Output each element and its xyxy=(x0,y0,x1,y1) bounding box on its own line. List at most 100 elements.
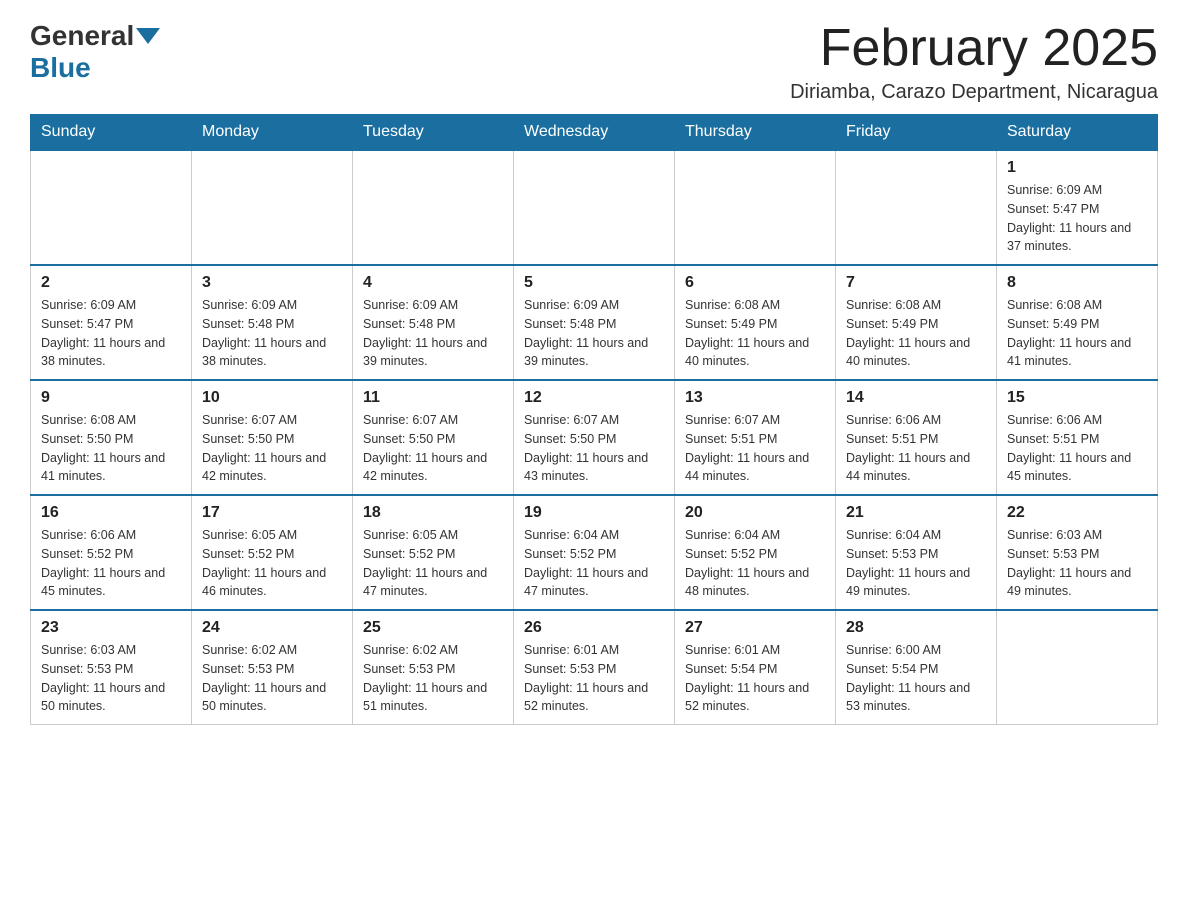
day-number: 12 xyxy=(524,389,664,407)
day-number: 4 xyxy=(363,274,503,292)
day-info: Sunrise: 6:04 AMSunset: 5:53 PMDaylight:… xyxy=(846,526,986,601)
day-info: Sunrise: 6:09 AMSunset: 5:47 PMDaylight:… xyxy=(41,296,181,371)
column-header-saturday: Saturday xyxy=(997,115,1158,151)
calendar-cell xyxy=(836,150,997,265)
calendar-cell xyxy=(514,150,675,265)
page-header: General Blue February 2025 Diriamba, Car… xyxy=(30,20,1158,104)
day-info: Sunrise: 6:02 AMSunset: 5:53 PMDaylight:… xyxy=(363,641,503,716)
day-info: Sunrise: 6:08 AMSunset: 5:50 PMDaylight:… xyxy=(41,411,181,486)
calendar-cell: 4 Sunrise: 6:09 AMSunset: 5:48 PMDaylight… xyxy=(353,265,514,380)
day-info: Sunrise: 6:08 AMSunset: 5:49 PMDaylight:… xyxy=(1007,296,1147,371)
day-info: Sunrise: 6:09 AMSunset: 5:48 PMDaylight:… xyxy=(524,296,664,371)
day-info: Sunrise: 6:07 AMSunset: 5:51 PMDaylight:… xyxy=(685,411,825,486)
day-info: Sunrise: 6:01 AMSunset: 5:53 PMDaylight:… xyxy=(524,641,664,716)
day-number: 15 xyxy=(1007,389,1147,407)
calendar-cell: 15 Sunrise: 6:06 AMSunset: 5:51 PMDayligh… xyxy=(997,380,1158,495)
calendar-cell: 19 Sunrise: 6:04 AMSunset: 5:52 PMDayligh… xyxy=(514,495,675,610)
calendar-cell: 1 Sunrise: 6:09 AMSunset: 5:47 PMDaylight… xyxy=(997,150,1158,265)
day-number: 24 xyxy=(202,619,342,637)
calendar-cell xyxy=(675,150,836,265)
calendar-cell: 10Sunrise: 6:07 AMSunset: 5:50 PMDayligh… xyxy=(192,380,353,495)
calendar-cell: 26 Sunrise: 6:01 AMSunset: 5:53 PMDayligh… xyxy=(514,610,675,725)
day-number: 14 xyxy=(846,389,986,407)
day-info: Sunrise: 6:06 AMSunset: 5:51 PMDaylight:… xyxy=(846,411,986,486)
day-number: 8 xyxy=(1007,274,1147,292)
calendar-cell: 11 Sunrise: 6:07 AMSunset: 5:50 PMDayligh… xyxy=(353,380,514,495)
day-info: Sunrise: 6:02 AMSunset: 5:53 PMDaylight:… xyxy=(202,641,342,716)
calendar-cell: 8 Sunrise: 6:08 AMSunset: 5:49 PMDaylight… xyxy=(997,265,1158,380)
week-row-5: 23Sunrise: 6:03 AMSunset: 5:53 PMDayligh… xyxy=(31,610,1158,725)
day-info: Sunrise: 6:07 AMSunset: 5:50 PMDaylight:… xyxy=(363,411,503,486)
column-header-monday: Monday xyxy=(192,115,353,151)
calendar-cell: 6 Sunrise: 6:08 AMSunset: 5:49 PMDaylight… xyxy=(675,265,836,380)
day-number: 22 xyxy=(1007,504,1147,522)
calendar-cell: 21 Sunrise: 6:04 AMSunset: 5:53 PMDayligh… xyxy=(836,495,997,610)
calendar-cell: 3Sunrise: 6:09 AMSunset: 5:48 PMDaylight… xyxy=(192,265,353,380)
day-info: Sunrise: 6:00 AMSunset: 5:54 PMDaylight:… xyxy=(846,641,986,716)
calendar-cell: 13 Sunrise: 6:07 AMSunset: 5:51 PMDayligh… xyxy=(675,380,836,495)
day-info: Sunrise: 6:03 AMSunset: 5:53 PMDaylight:… xyxy=(1007,526,1147,601)
day-number: 25 xyxy=(363,619,503,637)
day-number: 13 xyxy=(685,389,825,407)
day-number: 6 xyxy=(685,274,825,292)
day-number: 20 xyxy=(685,504,825,522)
calendar-cell: 24 Sunrise: 6:02 AMSunset: 5:53 PMDayligh… xyxy=(192,610,353,725)
calendar-cell xyxy=(192,150,353,265)
day-number: 26 xyxy=(524,619,664,637)
column-header-tuesday: Tuesday xyxy=(353,115,514,151)
day-number: 16 xyxy=(41,504,181,522)
calendar-cell: 14 Sunrise: 6:06 AMSunset: 5:51 PMDayligh… xyxy=(836,380,997,495)
calendar-cell: 16 Sunrise: 6:06 AMSunset: 5:52 PMDayligh… xyxy=(31,495,192,610)
day-number: 5 xyxy=(524,274,664,292)
calendar-cell: 20Sunrise: 6:04 AMSunset: 5:52 PMDayligh… xyxy=(675,495,836,610)
calendar-cell: 9 Sunrise: 6:08 AMSunset: 5:50 PMDaylight… xyxy=(31,380,192,495)
column-header-friday: Friday xyxy=(836,115,997,151)
calendar-cell: 23Sunrise: 6:03 AMSunset: 5:53 PMDayligh… xyxy=(31,610,192,725)
day-number: 11 xyxy=(363,389,503,407)
calendar-cell: 25 Sunrise: 6:02 AMSunset: 5:53 PMDayligh… xyxy=(353,610,514,725)
calendar-table: SundayMondayTuesdayWednesdayThursdayFrid… xyxy=(30,114,1158,725)
calendar-cell: 12 Sunrise: 6:07 AMSunset: 5:50 PMDayligh… xyxy=(514,380,675,495)
title-section: February 2025 Diriamba, Carazo Departmen… xyxy=(790,20,1158,104)
logo: General Blue xyxy=(30,20,160,84)
calendar-cell: 28 Sunrise: 6:00 AMSunset: 5:54 PMDayligh… xyxy=(836,610,997,725)
day-info: Sunrise: 6:06 AMSunset: 5:52 PMDaylight:… xyxy=(41,526,181,601)
calendar-cell: 18 Sunrise: 6:05 AMSunset: 5:52 PMDayligh… xyxy=(353,495,514,610)
day-number: 19 xyxy=(524,504,664,522)
day-info: Sunrise: 6:09 AMSunset: 5:48 PMDaylight:… xyxy=(363,296,503,371)
column-header-sunday: Sunday xyxy=(31,115,192,151)
week-row-2: 2 Sunrise: 6:09 AMSunset: 5:47 PMDaylight… xyxy=(31,265,1158,380)
day-number: 7 xyxy=(846,274,986,292)
day-info: Sunrise: 6:07 AMSunset: 5:50 PMDaylight:… xyxy=(524,411,664,486)
day-number: 2 xyxy=(41,274,181,292)
calendar-cell: 5 Sunrise: 6:09 AMSunset: 5:48 PMDaylight… xyxy=(514,265,675,380)
logo-blue-text: Blue xyxy=(30,52,91,84)
calendar-cell xyxy=(997,610,1158,725)
day-info: Sunrise: 6:09 AMSunset: 5:47 PMDaylight:… xyxy=(1007,181,1147,256)
day-info: Sunrise: 6:06 AMSunset: 5:51 PMDaylight:… xyxy=(1007,411,1147,486)
day-info: Sunrise: 6:08 AMSunset: 5:49 PMDaylight:… xyxy=(846,296,986,371)
day-info: Sunrise: 6:04 AMSunset: 5:52 PMDaylight:… xyxy=(524,526,664,601)
day-number: 3 xyxy=(202,274,342,292)
day-number: 18 xyxy=(363,504,503,522)
calendar-header-row: SundayMondayTuesdayWednesdayThursdayFrid… xyxy=(31,115,1158,151)
calendar-cell: 27Sunrise: 6:01 AMSunset: 5:54 PMDayligh… xyxy=(675,610,836,725)
day-info: Sunrise: 6:05 AMSunset: 5:52 PMDaylight:… xyxy=(202,526,342,601)
calendar-cell xyxy=(31,150,192,265)
calendar-cell xyxy=(353,150,514,265)
day-number: 21 xyxy=(846,504,986,522)
location-subtitle: Diriamba, Carazo Department, Nicaragua xyxy=(790,81,1158,104)
day-info: Sunrise: 6:07 AMSunset: 5:50 PMDaylight:… xyxy=(202,411,342,486)
day-number: 17 xyxy=(202,504,342,522)
day-info: Sunrise: 6:05 AMSunset: 5:52 PMDaylight:… xyxy=(363,526,503,601)
day-info: Sunrise: 6:03 AMSunset: 5:53 PMDaylight:… xyxy=(41,641,181,716)
calendar-cell: 17 Sunrise: 6:05 AMSunset: 5:52 PMDayligh… xyxy=(192,495,353,610)
week-row-4: 16 Sunrise: 6:06 AMSunset: 5:52 PMDayligh… xyxy=(31,495,1158,610)
day-number: 1 xyxy=(1007,159,1147,177)
day-info: Sunrise: 6:08 AMSunset: 5:49 PMDaylight:… xyxy=(685,296,825,371)
week-row-1: 1 Sunrise: 6:09 AMSunset: 5:47 PMDaylight… xyxy=(31,150,1158,265)
logo-triangle-icon xyxy=(136,28,160,44)
day-number: 9 xyxy=(41,389,181,407)
day-info: Sunrise: 6:01 AMSunset: 5:54 PMDaylight:… xyxy=(685,641,825,716)
day-number: 28 xyxy=(846,619,986,637)
